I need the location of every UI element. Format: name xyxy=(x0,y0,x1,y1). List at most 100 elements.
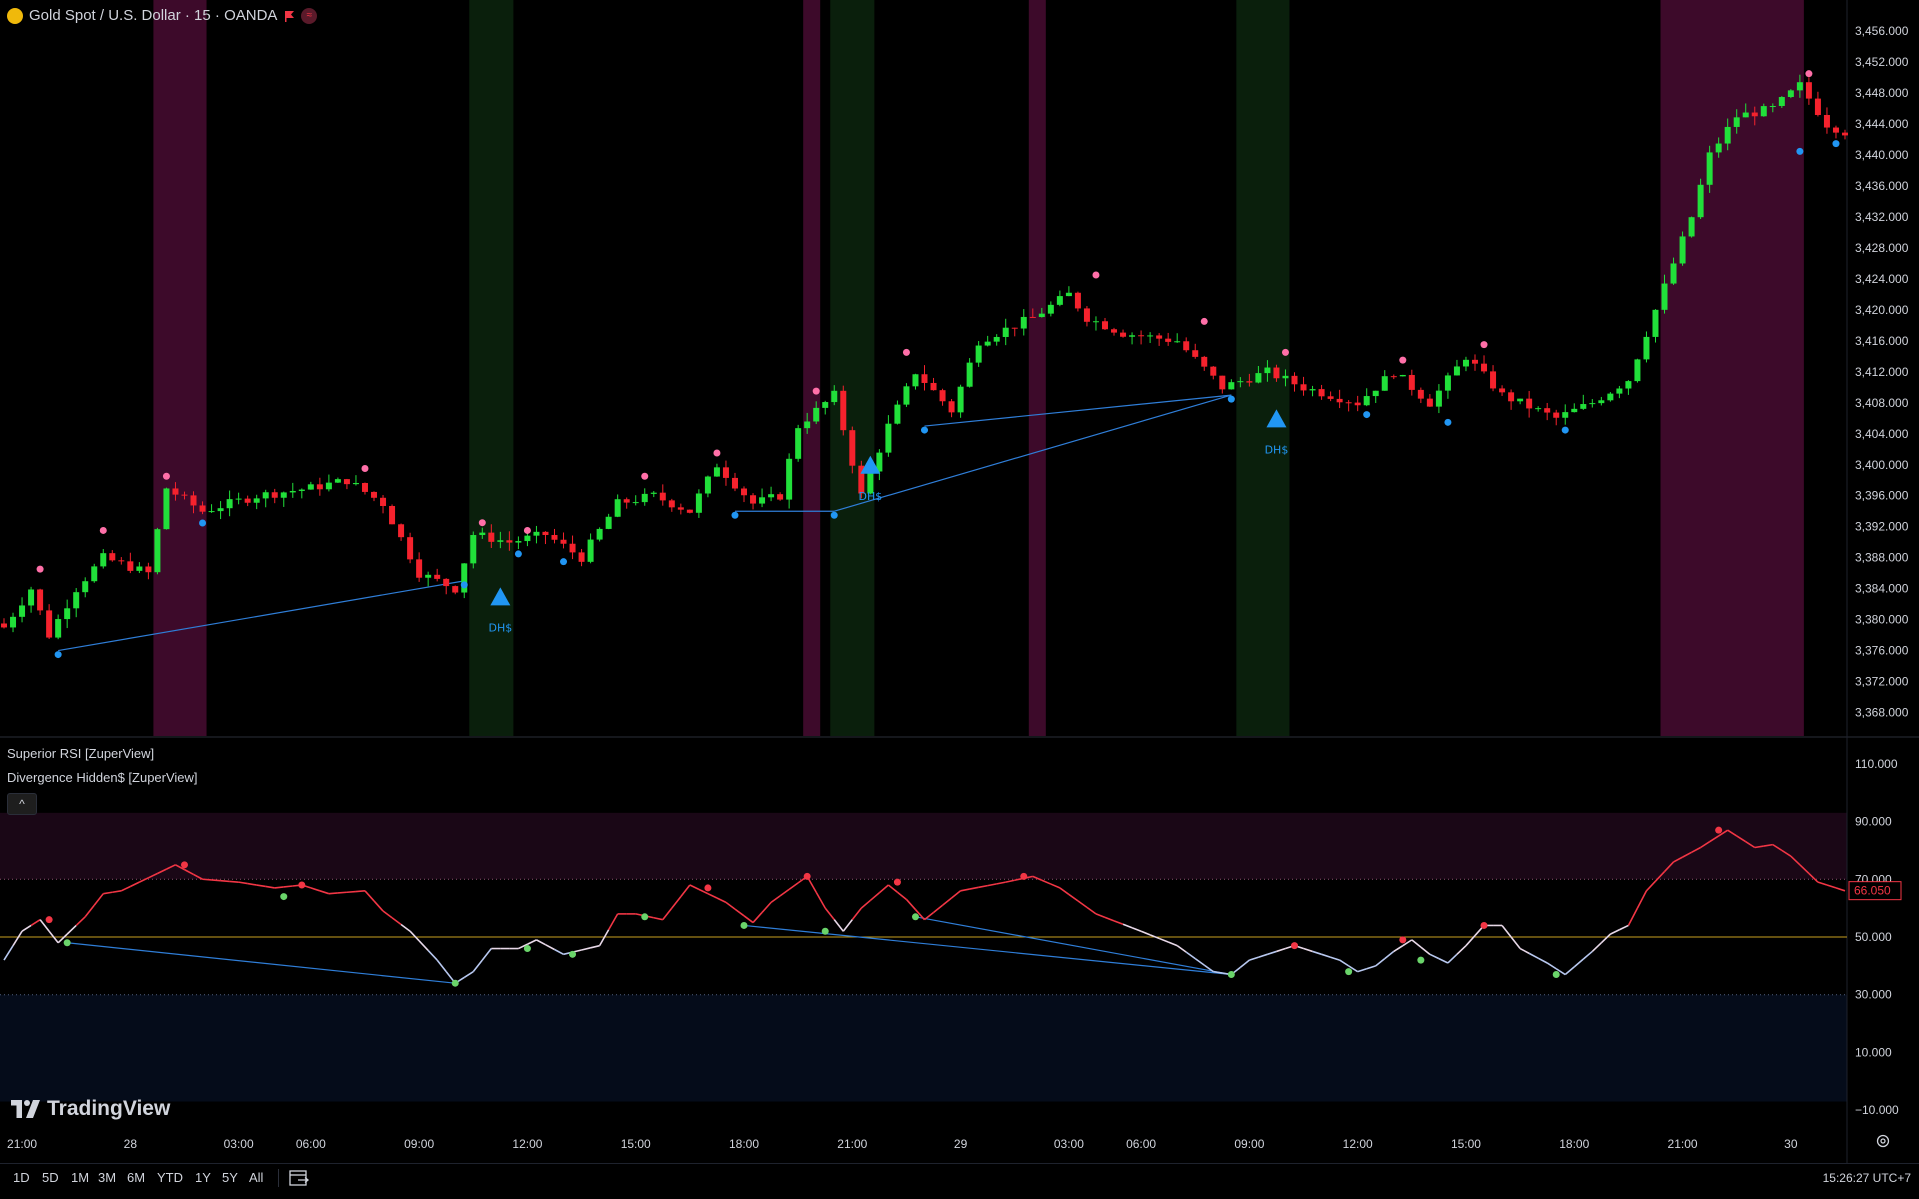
rsi-tick-label: 50.000 xyxy=(1855,930,1892,944)
rsi-pivot-high-dot xyxy=(1291,942,1299,950)
rsi-line-segment xyxy=(238,881,248,885)
candle-body xyxy=(190,495,197,506)
time-tick-label: 12:00 xyxy=(1343,1137,1373,1151)
indicator-legend-divergence[interactable]: Divergence Hidden$ [ZuperView] xyxy=(7,770,198,785)
rsi-line-segment xyxy=(1645,880,1657,892)
range-all-button[interactable]: All xyxy=(249,1170,263,1185)
candle-body xyxy=(966,362,973,387)
symbol-legend[interactable]: Gold Spot / U.S. Dollar · 15 · OANDA ≈ xyxy=(7,7,318,24)
candle-body xyxy=(1652,309,1659,337)
toolbar-divider xyxy=(278,1169,279,1187)
rsi-line-segment xyxy=(716,897,727,904)
candle-body xyxy=(1255,373,1262,383)
rsi-line-segment xyxy=(761,901,772,913)
candle-body xyxy=(1101,321,1108,330)
time-tick-label: 15:00 xyxy=(621,1137,651,1151)
pivot-low-dot xyxy=(921,426,928,434)
collapse-legend-button[interactable]: ^ xyxy=(7,793,37,815)
price-tick-label: 3,452.000 xyxy=(1855,55,1909,69)
price-tick-label: 3,448.000 xyxy=(1855,86,1909,100)
chart-canvas[interactable]: 3,456.000 3,452.000 3,448.000 3,444.000 3,44… xyxy=(0,0,1919,1199)
rsi-tick-label: 30.000 xyxy=(1855,988,1892,1002)
time-tick-label: 12:00 xyxy=(512,1137,542,1151)
rsi-line-segment xyxy=(256,884,266,888)
candle-body xyxy=(569,543,576,553)
rsi-line-segment xyxy=(364,890,375,902)
range-1y-button[interactable]: 1Y xyxy=(195,1170,211,1185)
rsi-line-segment xyxy=(1573,958,1584,968)
rsi-line-segment xyxy=(1068,893,1079,902)
rsi-line-segment xyxy=(896,891,907,901)
price-tick-label: 3,420.000 xyxy=(1855,303,1909,317)
rsi-line-segment xyxy=(84,904,95,918)
candle-body xyxy=(37,589,44,611)
rsi-pivot-low-dot xyxy=(523,945,531,953)
calendar-goto-icon[interactable] xyxy=(288,1168,310,1188)
rsi-line-segment xyxy=(1122,923,1133,929)
rsi-current-value: 66.050 xyxy=(1854,884,1891,898)
symbol-title[interactable]: Gold Spot / U.S. Dollar · 15 · OANDA xyxy=(29,7,277,24)
rsi-line-segment xyxy=(671,896,682,909)
price-tick-label: 3,384.000 xyxy=(1855,582,1909,596)
tradingview-logo[interactable]: TradingView xyxy=(11,1097,170,1121)
range-5y-button[interactable]: 5Y xyxy=(222,1170,238,1185)
candle-body xyxy=(73,592,80,609)
candle-body xyxy=(19,605,26,617)
candle-body xyxy=(741,488,748,496)
rsi-line-segment xyxy=(1619,924,1629,931)
candle-body xyxy=(804,421,811,429)
gear-icon[interactable] xyxy=(1875,1133,1891,1149)
time-tick-label: 03:00 xyxy=(224,1137,254,1151)
time-tick-label: 09:00 xyxy=(404,1137,434,1151)
candle-body xyxy=(298,489,305,491)
price-tick-label: 3,368.000 xyxy=(1855,706,1909,720)
candle-body xyxy=(939,390,946,402)
rsi-pivot-high-dot xyxy=(1715,826,1723,834)
candle-body xyxy=(1083,308,1090,322)
candle-body xyxy=(1426,398,1433,407)
candle-body xyxy=(55,619,62,638)
bearish-zone xyxy=(1028,0,1046,736)
clock-timezone[interactable]: 15:26:27 UTC+7 xyxy=(1823,1171,1911,1185)
range-6m-button[interactable]: 6M xyxy=(127,1170,145,1185)
range-1m-button[interactable]: 1M xyxy=(71,1170,89,1185)
rsi-line-segment xyxy=(607,913,619,931)
pivot-low-dot xyxy=(830,511,838,519)
rsi-pivot-low-dot xyxy=(63,939,71,947)
rsi-line-segment xyxy=(770,895,781,904)
bullish-zone xyxy=(830,0,875,736)
candle-body xyxy=(1571,408,1578,413)
range-ytd-button[interactable]: YTD xyxy=(157,1170,183,1185)
candle-body xyxy=(1354,402,1361,406)
range-3m-button[interactable]: 3M xyxy=(98,1170,116,1185)
candle-body xyxy=(1832,127,1839,133)
candle-body xyxy=(1381,376,1388,391)
candle-body xyxy=(1580,404,1587,409)
rsi-line-segment xyxy=(1393,944,1404,953)
pivot-high-dot xyxy=(36,565,44,573)
wave-badge-icon[interactable]: ≈ xyxy=(301,7,318,24)
range-5d-button[interactable]: 5D xyxy=(42,1170,59,1185)
candle-body xyxy=(1823,114,1830,128)
range-1d-button[interactable]: 1D xyxy=(13,1170,30,1185)
price-tick-label: 3,396.000 xyxy=(1855,489,1909,503)
rsi-line-segment xyxy=(1086,906,1097,915)
candle-body xyxy=(1697,184,1704,218)
candle-body xyxy=(1390,376,1397,378)
flag-icon[interactable] xyxy=(283,10,295,22)
candle-body xyxy=(253,498,260,503)
candle-body xyxy=(795,428,802,459)
rsi-line-segment xyxy=(1131,927,1142,932)
rsi-line-segment xyxy=(1050,883,1061,889)
candle-body xyxy=(262,492,269,499)
rsi-pivot-low-dot xyxy=(1417,956,1425,964)
rsi-line-segment xyxy=(1582,950,1593,960)
indicator-legend-rsi[interactable]: Superior RSI [ZuperView] xyxy=(7,746,154,761)
price-tick-label: 3,416.000 xyxy=(1855,334,1909,348)
rsi-line-segment xyxy=(1366,965,1376,970)
candle-body xyxy=(1210,366,1217,376)
rsi-line-segment xyxy=(878,884,889,894)
price-divergence-line xyxy=(924,394,1232,427)
rsi-line-segment xyxy=(247,882,257,886)
candle-body xyxy=(1499,388,1506,393)
